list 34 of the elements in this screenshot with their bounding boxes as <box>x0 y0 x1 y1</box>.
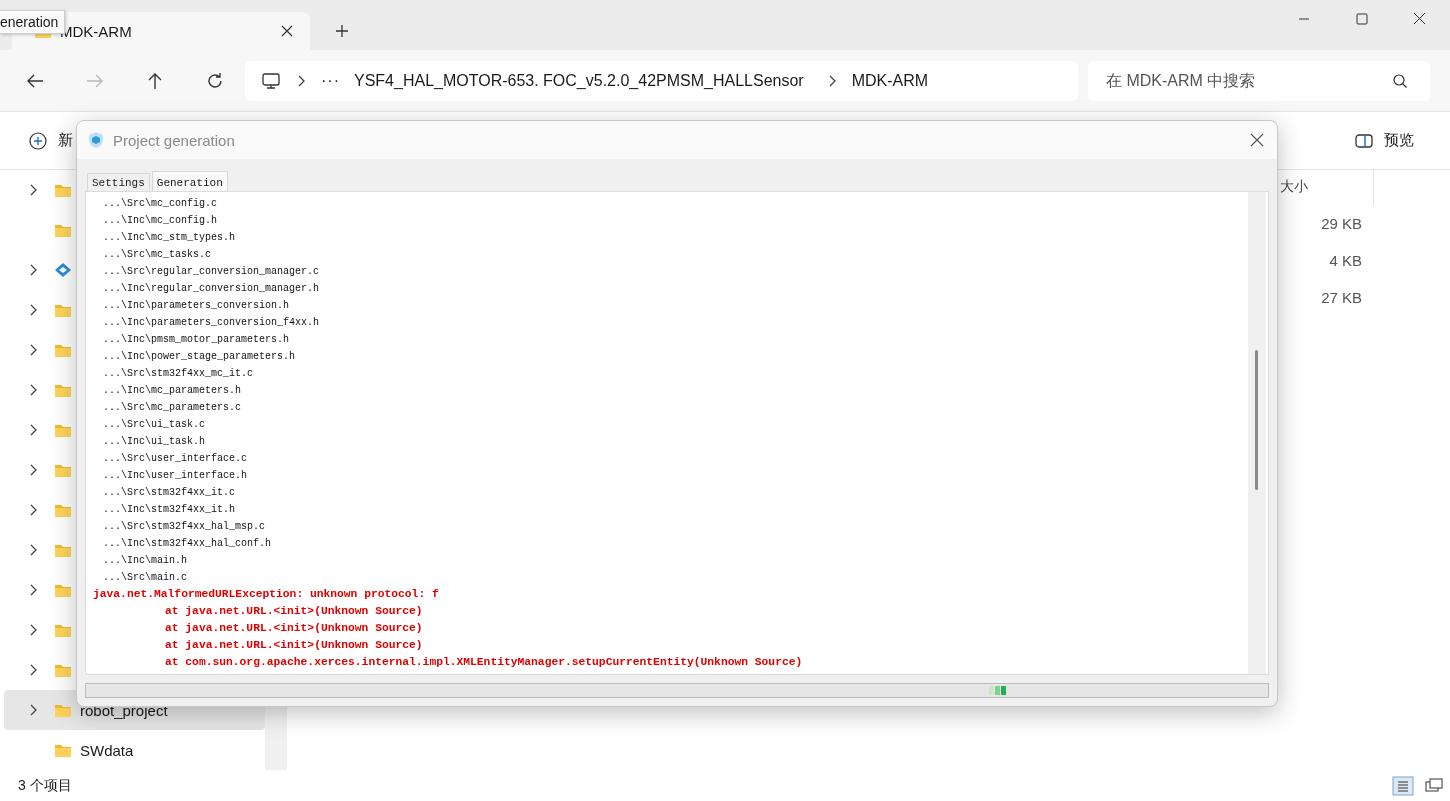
error-line: at java.net.URL.<init>(Unknown Source) <box>164 638 424 653</box>
log-line: ...\Inc\mc_stm_types.h <box>102 231 237 245</box>
log-line: ...\Inc\pmsm_motor_parameters.h <box>102 333 291 347</box>
log-line: ...\Src\main.c <box>102 571 188 585</box>
size-cell-text: 27 KB <box>1320 289 1362 306</box>
error-line: java.net.MalformedURLException: unknown protocol: f <box>92 587 440 602</box>
log-line: ...\Inc\parameters_conversion.h <box>102 299 291 313</box>
log-line: ...\Src\user_interface.c <box>102 452 249 466</box>
log-line: ...\Src\regular_conversion_manager.c <box>102 265 321 279</box>
error-line: at java.net.URL.<init>(Unknown Source) <box>164 604 424 619</box>
log-line: ...\Inc\regular_conversion_manager.h <box>102 282 321 296</box>
item-count: 3 个项目 <box>18 776 72 795</box>
log-line: ...\Inc\ui_task.h <box>102 435 207 449</box>
log-line: ...\Inc\mc_config.h <box>102 214 219 228</box>
log-line: ...\Src\mc_tasks.c <box>102 248 213 262</box>
size-cell-text: 4 KB <box>1328 252 1362 269</box>
log-line: ...\Inc\mc_parameters.h <box>102 384 243 398</box>
log-line: ...\Inc\stm32f4xx_hal_conf.h <box>102 537 273 551</box>
log-line: ...\Src\stm32f4xx_it.c <box>102 486 237 500</box>
error-line: at com.sun.org.apache.xerces.internal.impl.XMLEntityManager.setupCurrentEntity(Unknown Source) <box>164 655 804 670</box>
log-line: ...\Src\mc_parameters.c <box>102 401 243 415</box>
log-line: ...\Inc\stm32f4xx_it.h <box>102 503 237 517</box>
error-line: at java.net.URL.<init>(Unknown Source) <box>164 621 424 636</box>
tooltip: eneration <box>0 10 66 34</box>
dialog-title: Project generation <box>113 131 235 149</box>
log-line: ...\Src\stm32f4xx_mc_it.c <box>102 367 255 381</box>
log-line: ...\Src\mc_config.c <box>102 197 219 211</box>
log-line: ...\Inc\parameters_conversion_f4xx.h <box>102 316 321 330</box>
size-cell-text: 29 KB <box>1320 215 1362 232</box>
log-line: ...\Inc\main.h <box>102 554 188 568</box>
log-line: ...\Inc\user_interface.h <box>102 469 249 483</box>
log-line: ...\Src\stm32f4xx_hal_msp.c <box>102 520 267 534</box>
log-line: ...\Inc\power_stage_parameters.h <box>102 350 297 364</box>
log-line: ...\Src\ui_task.c <box>102 418 207 432</box>
